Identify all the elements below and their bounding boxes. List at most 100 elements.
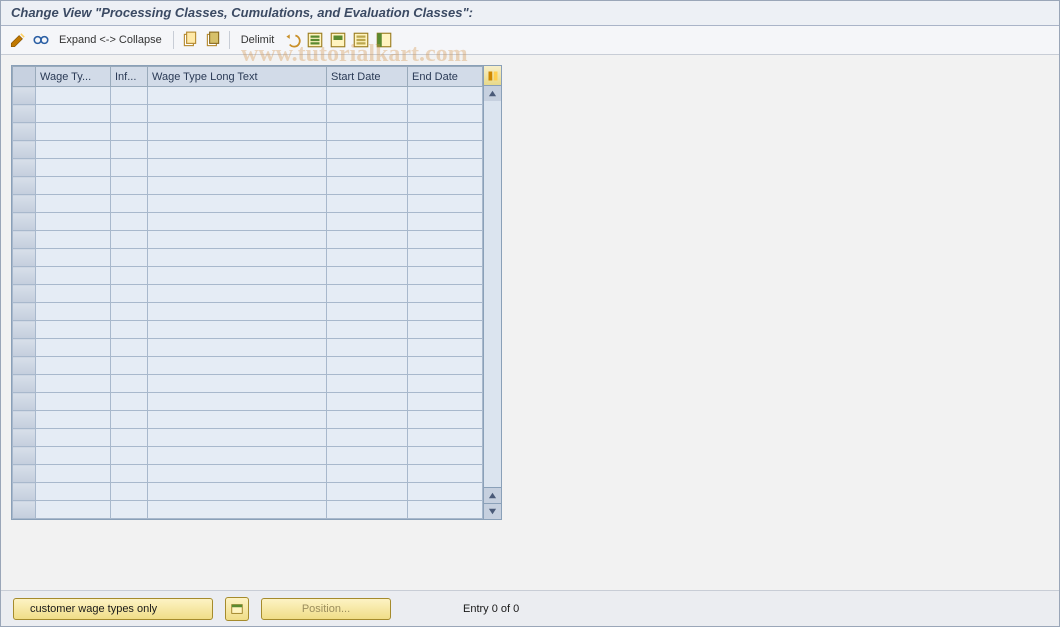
table-row[interactable] bbox=[13, 177, 483, 195]
row-selector[interactable] bbox=[13, 249, 36, 267]
table-cell[interactable] bbox=[36, 357, 111, 375]
undo-icon[interactable] bbox=[283, 31, 301, 49]
table-cell[interactable] bbox=[36, 429, 111, 447]
delimit-button[interactable]: Delimit bbox=[237, 34, 279, 46]
table-cell[interactable] bbox=[327, 465, 408, 483]
row-selector[interactable] bbox=[13, 465, 36, 483]
table-cell[interactable] bbox=[148, 213, 327, 231]
row-selector[interactable] bbox=[13, 501, 36, 519]
table-cell[interactable] bbox=[408, 285, 483, 303]
scroll-track[interactable] bbox=[484, 101, 501, 487]
table-cell[interactable] bbox=[148, 411, 327, 429]
table-cell[interactable] bbox=[148, 447, 327, 465]
table-cell[interactable] bbox=[111, 429, 148, 447]
table-cell[interactable] bbox=[327, 483, 408, 501]
select-block-icon[interactable] bbox=[329, 31, 347, 49]
table-cell[interactable] bbox=[327, 123, 408, 141]
table-cell[interactable] bbox=[36, 411, 111, 429]
table-cell[interactable] bbox=[408, 501, 483, 519]
table-cell[interactable] bbox=[148, 393, 327, 411]
table-row[interactable] bbox=[13, 375, 483, 393]
table-cell[interactable] bbox=[327, 501, 408, 519]
table-cell[interactable] bbox=[111, 339, 148, 357]
table-cell[interactable] bbox=[327, 321, 408, 339]
table-cell[interactable] bbox=[36, 447, 111, 465]
table-cell[interactable] bbox=[148, 465, 327, 483]
row-selector[interactable] bbox=[13, 177, 36, 195]
table-cell[interactable] bbox=[111, 159, 148, 177]
row-selector[interactable] bbox=[13, 303, 36, 321]
table-cell[interactable] bbox=[111, 267, 148, 285]
table-cell[interactable] bbox=[408, 375, 483, 393]
table-cell[interactable] bbox=[408, 393, 483, 411]
position-icon-button[interactable] bbox=[225, 597, 249, 621]
table-cell[interactable] bbox=[148, 357, 327, 375]
table-cell[interactable] bbox=[327, 267, 408, 285]
table-row[interactable] bbox=[13, 483, 483, 501]
table-cell[interactable] bbox=[408, 177, 483, 195]
row-selector[interactable] bbox=[13, 195, 36, 213]
table-cell[interactable] bbox=[408, 303, 483, 321]
table-cell[interactable] bbox=[327, 447, 408, 465]
row-selector[interactable] bbox=[13, 105, 36, 123]
select-all-icon[interactable] bbox=[306, 31, 324, 49]
table-row[interactable] bbox=[13, 303, 483, 321]
table-cell[interactable] bbox=[327, 195, 408, 213]
table-cell[interactable] bbox=[148, 303, 327, 321]
table-cell[interactable] bbox=[148, 105, 327, 123]
table-cell[interactable] bbox=[327, 303, 408, 321]
table-cell[interactable] bbox=[327, 177, 408, 195]
table-cell[interactable] bbox=[408, 357, 483, 375]
copy-icon[interactable] bbox=[181, 31, 199, 49]
table-cell[interactable] bbox=[327, 285, 408, 303]
table-cell[interactable] bbox=[408, 249, 483, 267]
column-header[interactable]: Wage Ty... bbox=[36, 67, 111, 87]
table-cell[interactable] bbox=[327, 411, 408, 429]
table-cell[interactable] bbox=[111, 213, 148, 231]
table-cell[interactable] bbox=[36, 123, 111, 141]
table-row[interactable] bbox=[13, 357, 483, 375]
table-cell[interactable] bbox=[148, 123, 327, 141]
deselect-all-icon[interactable] bbox=[352, 31, 370, 49]
row-selector[interactable] bbox=[13, 87, 36, 105]
table-cell[interactable] bbox=[111, 465, 148, 483]
table-row[interactable] bbox=[13, 267, 483, 285]
table-cell[interactable] bbox=[36, 141, 111, 159]
row-selector[interactable] bbox=[13, 483, 36, 501]
table-cell[interactable] bbox=[111, 87, 148, 105]
row-selector[interactable] bbox=[13, 141, 36, 159]
column-header[interactable]: Start Date bbox=[327, 67, 408, 87]
customer-wage-types-button[interactable]: customer wage types only bbox=[13, 598, 213, 620]
table-cell[interactable] bbox=[148, 267, 327, 285]
table-cell[interactable] bbox=[111, 321, 148, 339]
table-cell[interactable] bbox=[408, 339, 483, 357]
row-selector[interactable] bbox=[13, 321, 36, 339]
row-selector[interactable] bbox=[13, 375, 36, 393]
table-cell[interactable] bbox=[327, 141, 408, 159]
table-cell[interactable] bbox=[111, 393, 148, 411]
column-config-icon[interactable] bbox=[375, 31, 393, 49]
table-row[interactable] bbox=[13, 123, 483, 141]
table-row[interactable] bbox=[13, 501, 483, 519]
table-cell[interactable] bbox=[408, 447, 483, 465]
table-cell[interactable] bbox=[408, 321, 483, 339]
table-row[interactable] bbox=[13, 429, 483, 447]
table-cell[interactable] bbox=[148, 483, 327, 501]
copy-variant-icon[interactable] bbox=[204, 31, 222, 49]
table-cell[interactable] bbox=[327, 375, 408, 393]
table-cell[interactable] bbox=[327, 429, 408, 447]
table-cell[interactable] bbox=[327, 105, 408, 123]
table-cell[interactable] bbox=[111, 447, 148, 465]
table-settings-corner-icon[interactable] bbox=[484, 66, 501, 86]
table-cell[interactable] bbox=[36, 375, 111, 393]
row-selector-header[interactable] bbox=[13, 67, 36, 87]
table-cell[interactable] bbox=[36, 483, 111, 501]
table-cell[interactable] bbox=[111, 249, 148, 267]
table-cell[interactable] bbox=[148, 141, 327, 159]
table-row[interactable] bbox=[13, 105, 483, 123]
table-row[interactable] bbox=[13, 159, 483, 177]
table-cell[interactable] bbox=[408, 429, 483, 447]
table-cell[interactable] bbox=[408, 123, 483, 141]
table-row[interactable] bbox=[13, 321, 483, 339]
row-selector[interactable] bbox=[13, 429, 36, 447]
